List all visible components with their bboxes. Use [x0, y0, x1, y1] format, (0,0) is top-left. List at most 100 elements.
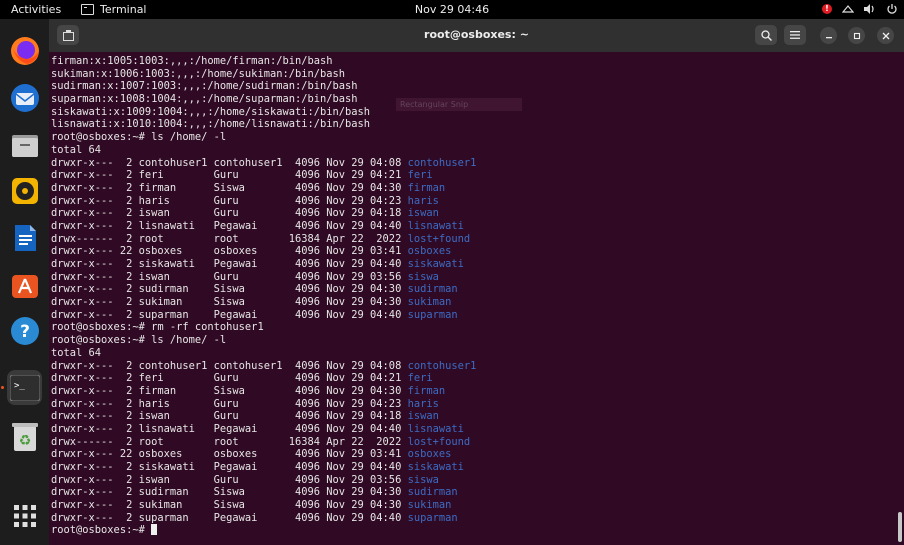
system-tray[interactable]: !: [822, 2, 898, 15]
terminal-line: drwxr-x--- 2 iswan Guru 4096 Nov 29 04:1…: [51, 207, 881, 220]
directory-name: contohuser1: [407, 359, 477, 372]
terminal-line: drwxr-x--- 22 osboxes osboxes 4096 Nov 2…: [51, 245, 881, 258]
terminal-line: drwxr-x--- 2 iswan Guru 4096 Nov 29 04:1…: [51, 410, 881, 423]
line-text: drwxr-x--- 2 sukiman Siswa 4096 Nov 29 0…: [51, 499, 408, 512]
line-text: drwxr-x--- 2 suparman Pegawai 4096 Nov 2…: [51, 511, 408, 524]
directory-name: haris: [407, 397, 439, 410]
line-text: sudirman:x:1007:1003:,,,:/home/sudirman:…: [51, 80, 358, 93]
terminal-line: root@osboxes:~# ls /home/ -l: [51, 334, 881, 347]
terminal-line: drwxr-x--- 2 siskawati Pegawai 4096 Nov …: [51, 258, 881, 271]
directory-name: lost+found: [407, 435, 471, 448]
line-text: drwxr-x--- 2 firman Siswa 4096 Nov 29 04…: [51, 181, 408, 194]
line-text: drwx------ 2 root root 16384 Apr 22 2022: [51, 232, 408, 245]
terminal-line: drwxr-x--- 2 firman Siswa 4096 Nov 29 04…: [51, 182, 881, 195]
directory-name: iswan: [407, 410, 439, 423]
top-bar: Activities Terminal Nov 29 04:46 !: [0, 0, 904, 19]
directory-name: sukiman: [407, 296, 452, 309]
line-text: drwxr-x--- 2 haris Guru 4096 Nov 29 04:2…: [51, 397, 408, 410]
minimize-button[interactable]: [820, 27, 837, 44]
running-indicator: [1, 386, 4, 389]
terminal-line: suparman:x:1008:1004:,,,:/home/suparman:…: [51, 93, 881, 106]
trash-icon[interactable]: ♻: [7, 419, 42, 454]
terminal-line: drwxr-x--- 2 iswan Guru 4096 Nov 29 03:5…: [51, 271, 881, 284]
writer-icon[interactable]: [7, 220, 42, 255]
directory-name: siswa: [407, 473, 439, 486]
help-icon[interactable]: ?: [7, 313, 42, 348]
line-text: drwxr-x--- 2 lisnawati Pegawai 4096 Nov …: [51, 219, 408, 232]
line-text: drwxr-x--- 2 feri Guru 4096 Nov 29 04:21: [51, 372, 408, 385]
line-text: siskawati:x:1009:1004:,,,:/home/siskawat…: [51, 105, 371, 118]
firefox-icon[interactable]: [7, 33, 42, 68]
line-text: drwxr-x--- 2 sudirman Siswa 4096 Nov 29 …: [51, 486, 408, 499]
title-bar[interactable]: root@osboxes: ~: [49, 19, 904, 52]
terminal-line: drwxr-x--- 2 haris Guru 4096 Nov 29 04:2…: [51, 195, 881, 208]
terminal-line: root@osboxes:~# rm -rf contohuser1: [51, 321, 881, 334]
files-icon[interactable]: [7, 127, 42, 162]
terminal-line: drwxr-x--- 2 contohuser1 contohuser1 409…: [51, 157, 881, 170]
terminal-line: drwx------ 2 root root 16384 Apr 22 2022…: [51, 233, 881, 246]
app-grid-icon[interactable]: [7, 498, 42, 533]
line-text: suparman:x:1008:1004:,,,:/home/suparman:…: [51, 93, 358, 106]
clock[interactable]: Nov 29 04:46: [0, 3, 904, 16]
directory-name: siskawati: [407, 461, 464, 473]
terminal-line: drwxr-x--- 2 sudirman Siswa 4096 Nov 29 …: [51, 486, 881, 499]
terminal-line: siskawati:x:1009:1004:,,,:/home/siskawat…: [51, 106, 881, 119]
terminal-line: drwxr-x--- 2 suparman Pegawai 4096 Nov 2…: [51, 309, 881, 322]
rhythmbox-icon[interactable]: [7, 173, 42, 208]
directory-name: feri: [407, 372, 433, 385]
power-icon[interactable]: [885, 2, 898, 15]
terminal-line: drwxr-x--- 2 lisnawati Pegawai 4096 Nov …: [51, 423, 881, 436]
line-text: drwx------ 2 root root 16384 Apr 22 2022: [51, 435, 408, 448]
menu-button[interactable]: [784, 25, 806, 45]
prompt-line[interactable]: root@osboxes:~#: [51, 524, 881, 537]
line-text: total 64: [51, 143, 102, 156]
thunderbird-icon[interactable]: [7, 80, 42, 115]
line-text: drwxr-x--- 2 haris Guru 4096 Nov 29 04:2…: [51, 194, 408, 207]
terminal-line: sudirman:x:1007:1003:,,,:/home/sudirman:…: [51, 80, 881, 93]
dock: ? >_ ♻: [0, 19, 49, 545]
terminal-line: drwxr-x--- 2 feri Guru 4096 Nov 29 04:21…: [51, 372, 881, 385]
terminal-line: drwxr-x--- 2 sukiman Siswa 4096 Nov 29 0…: [51, 296, 881, 309]
line-text: drwxr-x--- 2 feri Guru 4096 Nov 29 04:21: [51, 169, 408, 182]
close-button[interactable]: [877, 27, 894, 44]
terminal-line: lisnawati:x:1010:1004:,,,:/home/lisnawat…: [51, 118, 881, 131]
scrollbar[interactable]: [898, 512, 902, 542]
terminal-line: drwxr-x--- 2 siskawati Pegawai 4096 Nov …: [51, 461, 881, 474]
software-icon[interactable]: [7, 267, 42, 302]
notification-badge[interactable]: !: [822, 3, 832, 14]
line-text: drwxr-x--- 2 siskawati Pegawai 4096 Nov …: [51, 258, 408, 270]
line-text: drwxr-x--- 2 contohuser1 contohuser1 409…: [51, 359, 408, 372]
directory-name: siswa: [407, 270, 439, 283]
directory-name: sukiman: [407, 499, 452, 512]
terminal-icon[interactable]: >_: [7, 370, 42, 405]
line-text: drwxr-x--- 22 osboxes osboxes 4096 Nov 2…: [51, 448, 408, 461]
maximize-button[interactable]: [848, 27, 865, 44]
line-text: drwxr-x--- 2 sukiman Siswa 4096 Nov 29 0…: [51, 296, 408, 309]
line-text: total 64: [51, 346, 102, 359]
terminal-line: drwxr-x--- 2 suparman Pegawai 4096 Nov 2…: [51, 512, 881, 525]
directory-name: iswan: [407, 207, 439, 220]
terminal-output[interactable]: firman:x:1005:1003:,,,:/home/firman:/bin…: [51, 55, 881, 545]
terminal-line: drwx------ 2 root root 16384 Apr 22 2022…: [51, 436, 881, 449]
terminal-line: firman:x:1005:1003:,,,:/home/firman:/bin…: [51, 55, 881, 68]
line-text: drwxr-x--- 2 iswan Guru 4096 Nov 29 04:1…: [51, 207, 408, 220]
directory-name: lost+found: [407, 232, 471, 245]
search-button[interactable]: [755, 25, 777, 45]
volume-icon[interactable]: [863, 2, 876, 15]
line-text: drwxr-x--- 2 lisnawati Pegawai 4096 Nov …: [51, 422, 408, 435]
network-icon[interactable]: [841, 2, 854, 15]
terminal-line: drwxr-x--- 2 haris Guru 4096 Nov 29 04:2…: [51, 398, 881, 411]
directory-name: lisnawati: [407, 219, 464, 232]
line-text: drwxr-x--- 2 iswan Guru 4096 Nov 29 03:5…: [51, 270, 408, 283]
directory-name: sudirman: [407, 486, 458, 499]
terminal-line: drwxr-x--- 2 sukiman Siswa 4096 Nov 29 0…: [51, 499, 881, 512]
line-text: drwxr-x--- 2 iswan Guru 4096 Nov 29 04:1…: [51, 410, 408, 423]
terminal-line: drwxr-x--- 2 contohuser1 contohuser1 409…: [51, 360, 881, 373]
directory-name: firman: [407, 181, 446, 194]
terminal-window: root@osboxes: ~ Rectangular Snip firman:…: [49, 19, 904, 545]
terminal-line: drwxr-x--- 2 firman Siswa 4096 Nov 29 04…: [51, 385, 881, 398]
text-cursor: [151, 524, 158, 536]
line-text: drwxr-x--- 2 siskawati Pegawai 4096 Nov …: [51, 461, 408, 473]
terminal-line: drwxr-x--- 2 iswan Guru 4096 Nov 29 03:5…: [51, 474, 881, 487]
terminal-line: drwxr-x--- 2 lisnawati Pegawai 4096 Nov …: [51, 220, 881, 233]
